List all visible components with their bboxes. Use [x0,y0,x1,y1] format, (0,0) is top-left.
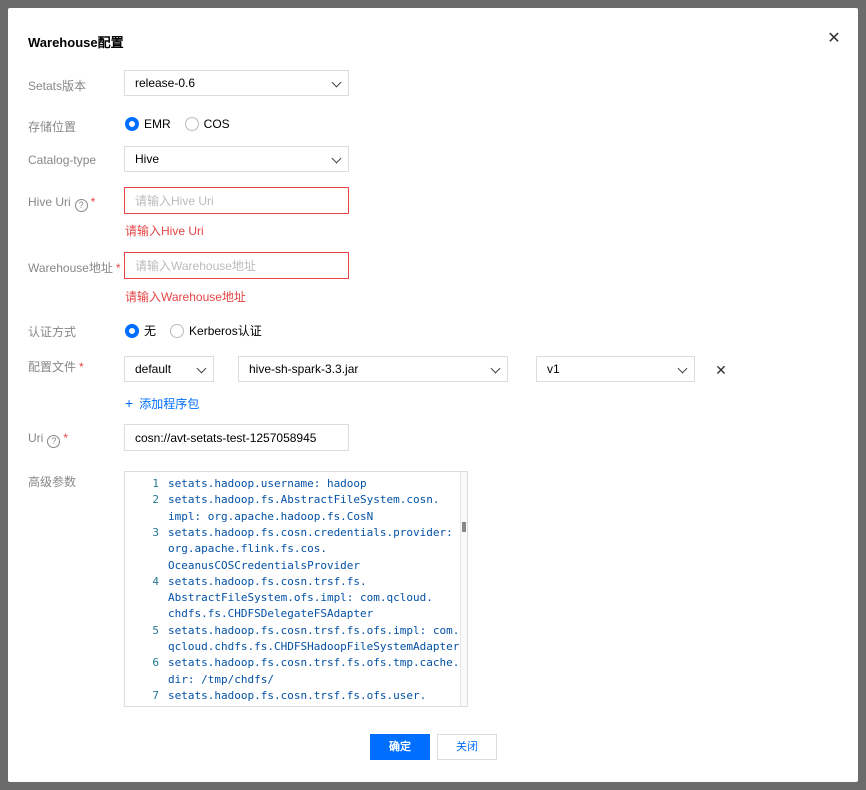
radio-kerberos[interactable]: Kerberos认证 [170,322,262,339]
line-number: 5 [152,623,159,637]
line-number: 1 [152,477,159,490]
radio-unchecked-icon [184,117,199,131]
close-button[interactable]: 关闭 [437,734,497,760]
dialog-title: Warehouse配置 [28,35,124,50]
setats-version-label: Setats版本 [28,79,87,93]
config-env-value: default [135,362,172,376]
add-package-label: 添加程序包 [139,397,200,411]
chevron-down-icon [490,363,501,374]
radio-checked-icon [125,117,139,131]
config-file-label: 配置文件 * [28,358,84,375]
catalog-type-label: Catalog-type [28,153,97,167]
hive-uri-label: Hive Uri? * [28,195,95,212]
catalog-type-select[interactable]: Hive [124,146,349,172]
radio-cos-label: COS [203,117,230,131]
chevron-down-icon [677,363,688,374]
required-mark: * [115,261,121,275]
uri-label: Uri? * [28,431,68,448]
radio-emr[interactable]: EMR [125,117,171,131]
code-line: qcloud.chdfs.fs.CHDFSHadoopFileSystemAda… [168,640,460,653]
config-jar-value: hive-sh-spark-3.3.jar [249,362,359,376]
code-line: setats.hadoop.fs.cosn.trsf.fs.ofs.user. [168,688,427,702]
editor-scroll-thumb[interactable] [462,522,466,532]
confirm-button[interactable]: 确定 [370,734,430,760]
code-line: setats.hadoop.fs.AbstractFileSystem.cosn… [168,493,440,507]
close-icon[interactable]: ✕ [826,31,842,47]
code-line: setats.hadoop.fs.cosn.trsf.fs.ofs.impl: … [168,623,460,637]
editor-scrollbar[interactable] [460,472,467,706]
radio-none-label: 无 [144,324,157,338]
warehouse-address-label-text: Warehouse地址 [28,261,113,275]
auth-method-label: 认证方式 [28,325,77,339]
radio-kerberos-label: Kerberos认证 [189,324,262,338]
code-line: setats.hadoop.fs.cosn.trsf.fs.ofs.tmp.ca… [168,656,460,670]
storage-location-label: 存储位置 [28,120,77,134]
code-line: AbstractFileSystem.ofs.impl: com.qcloud. [168,591,433,605]
code-line: OceanusCOSCredentialsProvider [168,558,361,572]
auth-method-radio-group: 无 Kerberos认证 [125,322,276,339]
hive-uri-input[interactable] [124,187,349,214]
radio-checked-icon [125,323,139,338]
code-line: setats.hadoop.fs.cosn.credentials.provid… [168,525,453,539]
warehouse-address-label: Warehouse地址 * [28,259,121,276]
chevron-down-icon [196,363,207,374]
config-env-select[interactable]: default [124,356,214,382]
remove-config-icon[interactable]: ✕ [714,363,728,377]
config-version-select[interactable]: v1 [536,356,695,382]
setats-version-value: release-0.6 [135,76,196,90]
code-line: setats.hadoop.username: hadoop [168,477,367,490]
code-line: chdfs.fs.CHDFSDelegateFSAdapter [168,607,374,621]
code-line: setats.hadoop.fs.cosn.trsf.fs. [168,574,367,588]
code-line: dir: /tmp/chdfs/ [168,672,274,686]
radio-cos[interactable]: COS [184,117,230,131]
line-number: 4 [152,574,159,588]
radio-none[interactable]: 无 [125,322,156,339]
config-jar-select[interactable]: hive-sh-spark-3.3.jar [238,356,508,382]
uri-label-text: Uri [28,431,44,445]
required-mark: * [90,195,96,209]
hive-uri-label-text: Hive Uri [28,195,71,209]
required-mark: * [63,431,68,445]
required-mark: * [79,360,84,374]
setats-version-select[interactable]: release-0.6 [124,70,349,96]
config-version-value: v1 [547,362,560,376]
plus-icon: + [125,395,134,411]
code-line: impl: org.apache.hadoop.fs.CosN [168,509,374,523]
line-number: 6 [152,656,159,670]
add-package-link[interactable]: + 添加程序包 [125,395,199,412]
storage-location-radio-group: EMR COS [125,117,244,131]
radio-unchecked-icon [170,323,185,338]
line-number: 7 [152,688,159,702]
warehouse-address-input[interactable] [124,252,349,279]
help-icon[interactable]: ? [47,435,61,448]
chevron-down-icon [331,77,342,88]
advanced-params-editor[interactable]: 1 setats.hadoop.username: hadoop 2 setats.h… [124,471,468,707]
line-number: 3 [152,525,159,539]
help-icon[interactable]: ? [74,199,88,212]
hive-uri-error: 请输入Hive Uri [125,224,204,238]
warehouse-address-error: 请输入Warehouse地址 [125,290,246,304]
advanced-params-label: 高级参数 [28,475,77,489]
config-file-label-text: 配置文件 [28,360,77,374]
chevron-down-icon [331,153,342,164]
line-number: 2 [152,493,159,507]
radio-emr-label: EMR [144,117,171,131]
code-line: org.apache.flink.fs.cos. [168,542,327,556]
catalog-type-value: Hive [135,152,160,166]
warehouse-config-dialog: Warehouse配置 ✕ Setats版本 release-0.6 存储位置 … [8,8,858,782]
uri-input[interactable] [124,424,349,451]
